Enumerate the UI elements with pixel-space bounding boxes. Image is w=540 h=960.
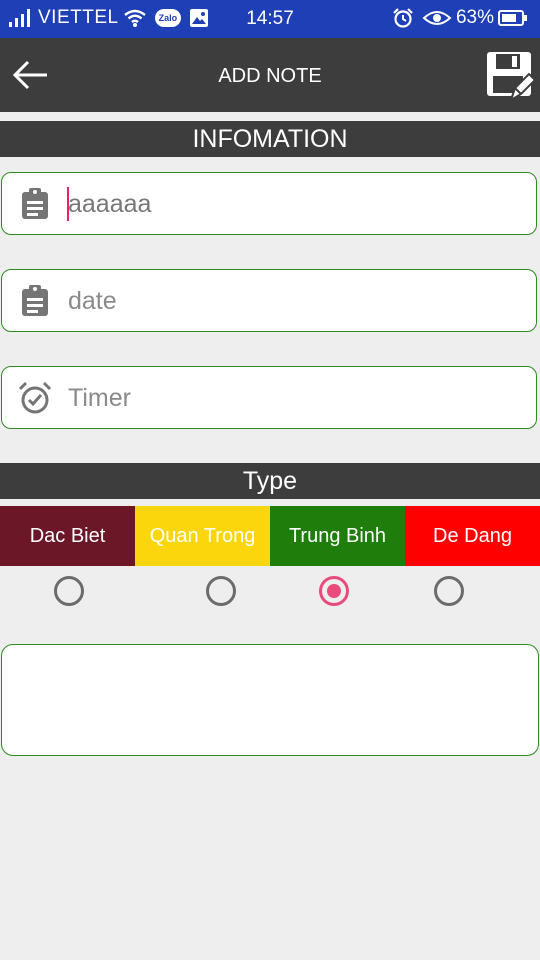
type-quan-trong: Quan Trong: [135, 506, 270, 566]
date-field[interactable]: [1, 269, 537, 332]
eye-icon: [422, 11, 452, 25]
status-bar: VIETTEL Zalo 14:57 63%: [0, 0, 540, 38]
save-icon[interactable]: [485, 48, 535, 102]
timer-input[interactable]: [66, 377, 518, 419]
alarm-clock-icon: [18, 381, 52, 414]
status-right: 63%: [388, 7, 532, 29]
type-options: Dac Biet Quan Trong Trung Binh De Dang: [0, 506, 540, 566]
battery-icon: [498, 10, 527, 26]
note-content-input[interactable]: [1, 644, 539, 756]
type-header: Type: [0, 463, 540, 499]
alarm-icon: [393, 8, 413, 28]
type-dac-biet: Dac Biet: [0, 506, 135, 566]
date-input[interactable]: [66, 280, 518, 322]
page-title: ADD NOTE: [218, 65, 322, 87]
information-header: INFOMATION: [0, 121, 540, 157]
title-field[interactable]: [1, 172, 537, 235]
timer-field[interactable]: [1, 366, 537, 429]
clipboard-icon: [22, 188, 48, 219]
toolbar: ADD NOTE: [0, 38, 540, 112]
type-trung-binh: Trung Binh: [270, 506, 405, 566]
radio-de-dang[interactable]: [434, 576, 464, 606]
clipboard-icon: [22, 285, 48, 316]
radio-quan-trong[interactable]: [206, 576, 236, 606]
title-input[interactable]: [66, 183, 518, 225]
radio-trung-binh[interactable]: [319, 576, 349, 606]
radio-dac-biet[interactable]: [54, 576, 84, 606]
battery-percent: 63%: [455, 7, 494, 28]
type-de-dang: De Dang: [405, 506, 540, 566]
